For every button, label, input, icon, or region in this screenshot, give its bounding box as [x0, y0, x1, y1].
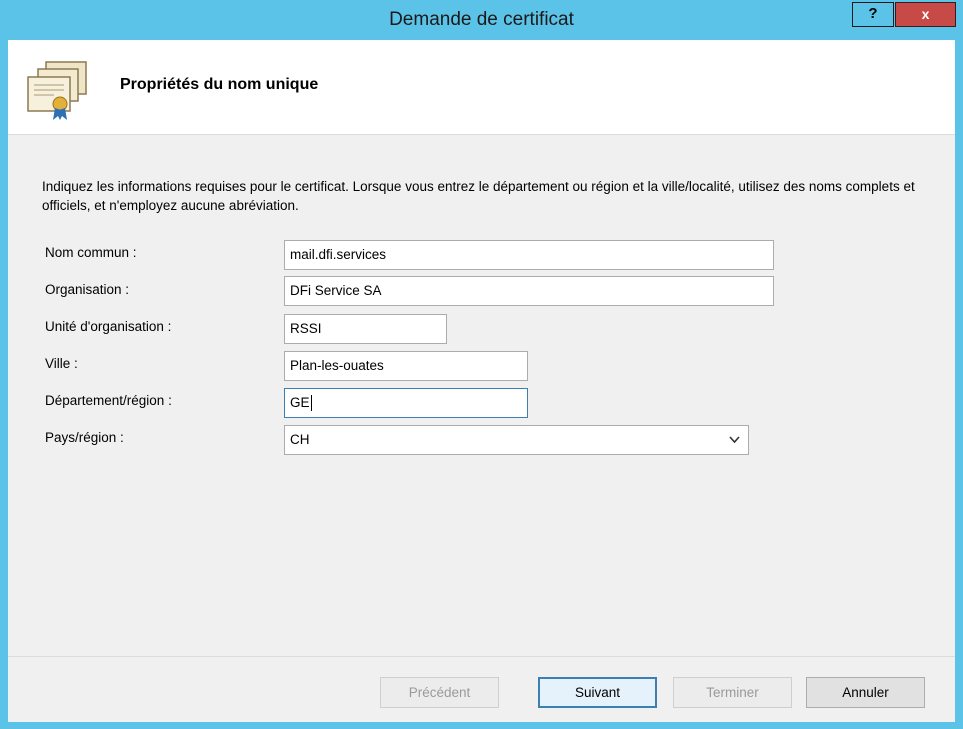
org-unit-input[interactable]: RSSI	[284, 314, 447, 344]
instructions-text: Indiquez les informations requises pour …	[42, 179, 915, 213]
city-label: Ville :	[45, 356, 78, 371]
finish-button[interactable]: Terminer	[673, 677, 792, 708]
state-label: Département/région :	[45, 393, 172, 408]
title-bar[interactable]: Demande de certificat ? x	[0, 0, 963, 40]
country-select[interactable]: CH	[284, 425, 749, 455]
country-value: CH	[290, 432, 310, 447]
organization-label: Organisation :	[45, 282, 130, 297]
state-value: GE	[290, 395, 310, 410]
page-title: Propriétés du nom unique	[120, 76, 319, 93]
close-button[interactable]: x	[895, 2, 956, 27]
common-name-label: Nom commun :	[45, 245, 137, 260]
country-label: Pays/région :	[45, 430, 124, 445]
dialog-body: Propriétés du nom unique Indiquez les in…	[8, 40, 955, 722]
dialog-window: Demande de certificat ? x Propriétés du …	[0, 0, 963, 729]
city-input[interactable]: Plan-les-ouates	[284, 351, 528, 381]
common-name-input[interactable]: mail.dfi.services	[284, 240, 774, 270]
chevron-down-icon[interactable]	[729, 426, 740, 464]
window-title: Demande de certificat	[389, 9, 574, 30]
state-input[interactable]: GE	[284, 388, 528, 418]
wizard-header: Propriétés du nom unique	[8, 40, 955, 135]
cancel-button[interactable]: Annuler	[806, 677, 925, 708]
certificate-icon	[27, 61, 87, 120]
organization-input[interactable]: DFi Service SA	[284, 276, 774, 306]
next-button[interactable]: Suivant	[538, 677, 657, 708]
help-button[interactable]: ?	[852, 2, 894, 27]
text-cursor	[310, 395, 312, 412]
wizard-footer: Précédent Suivant Terminer Annuler	[8, 656, 955, 722]
previous-button[interactable]: Précédent	[380, 677, 499, 708]
org-unit-label: Unité d'organisation :	[45, 319, 172, 334]
